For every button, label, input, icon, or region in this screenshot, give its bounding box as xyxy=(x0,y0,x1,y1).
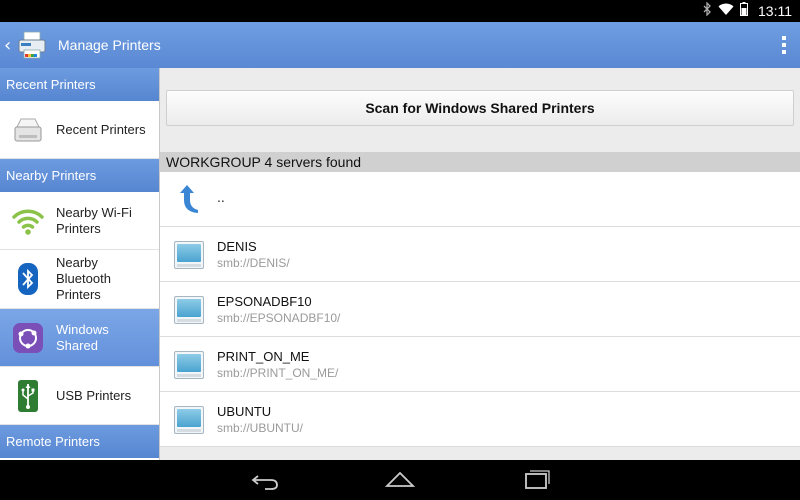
sidebar-item-label: Windows Shared xyxy=(56,321,109,353)
section-header-recent: Recent Printers xyxy=(0,68,159,101)
server-url: smb://UBUNTU/ xyxy=(217,420,304,435)
sidebar-item-label: USB Printers xyxy=(56,387,132,403)
bluetooth-icon xyxy=(703,1,712,20)
section-header-remote: Remote Printers xyxy=(0,425,159,458)
sidebar-item-label: Nearby Bluetooth Printers xyxy=(56,255,111,302)
sidebar-item-nearby-bluetooth[interactable]: Nearby Bluetooth Printers xyxy=(0,250,159,309)
list-item[interactable]: PRINT_ON_ME smb://PRINT_ON_ME/ xyxy=(160,337,800,392)
wifi-icon xyxy=(718,3,734,20)
main-panel: Scan for Windows Shared Printers WORKGRO… xyxy=(160,68,800,460)
sidebar-item-usb-printers[interactable]: USB Printers xyxy=(0,367,159,425)
list-item-parent[interactable]: .. xyxy=(160,172,800,227)
server-url: smb://PRINT_ON_ME/ xyxy=(217,365,339,380)
printer-icon xyxy=(8,110,48,150)
usb-icon xyxy=(8,376,48,416)
computer-icon xyxy=(172,347,206,381)
up-arrow-icon xyxy=(172,182,206,216)
section-header-nearby: Nearby Printers xyxy=(0,159,159,192)
wifi-icon xyxy=(8,201,48,241)
sidebar-item-label: Nearby Wi-Fi Printers xyxy=(56,204,132,236)
server-name: PRINT_ON_ME xyxy=(217,348,310,364)
sidebar-item-label: Recent Printers xyxy=(56,121,146,137)
back-arrow-icon[interactable]: ‹ xyxy=(4,35,14,56)
printer-app-icon[interactable] xyxy=(16,29,48,61)
server-url: smb://EPSONADBF10/ xyxy=(217,310,341,325)
scan-button[interactable]: Scan for Windows Shared Printers xyxy=(166,90,794,126)
overflow-menu-icon[interactable] xyxy=(782,36,786,54)
bluetooth-icon xyxy=(8,259,48,299)
server-name: DENIS xyxy=(217,238,257,254)
page-title: Manage Printers xyxy=(58,37,161,53)
sidebar-item-nearby-wifi[interactable]: Nearby Wi-Fi Printers xyxy=(0,192,159,250)
back-icon[interactable] xyxy=(249,468,281,492)
navigation-bar xyxy=(0,460,800,500)
group-header: WORKGROUP 4 servers found xyxy=(160,152,800,172)
server-name: EPSONADBF10 xyxy=(217,293,312,309)
computer-icon xyxy=(172,237,206,271)
computer-icon xyxy=(172,402,206,436)
server-list: .. DENIS smb://DENIS/ EPSONADBF10 smb://… xyxy=(160,172,800,447)
sidebar-item-windows-shared[interactable]: Windows Shared xyxy=(0,309,159,367)
network-share-icon xyxy=(8,318,48,358)
sidebar-item-recent-printers[interactable]: Recent Printers xyxy=(0,101,159,159)
list-item[interactable]: EPSONADBF10 smb://EPSONADBF10/ xyxy=(160,282,800,337)
sidebar: Recent Printers Recent Printers Nearby P… xyxy=(0,68,160,460)
recent-apps-icon[interactable] xyxy=(520,468,552,492)
parent-entry: .. xyxy=(217,189,225,205)
server-url: smb://DENIS/ xyxy=(217,255,290,270)
home-icon[interactable] xyxy=(384,468,416,492)
clock: 13:11 xyxy=(758,3,792,19)
action-bar: ‹ Manage Printers xyxy=(0,22,800,68)
list-item[interactable]: UBUNTU smb://UBUNTU/ xyxy=(160,392,800,447)
battery-icon xyxy=(740,2,748,20)
server-name: UBUNTU xyxy=(217,403,272,419)
status-bar: 13:11 xyxy=(0,0,800,22)
computer-icon xyxy=(172,292,206,326)
list-item[interactable]: DENIS smb://DENIS/ xyxy=(160,227,800,282)
